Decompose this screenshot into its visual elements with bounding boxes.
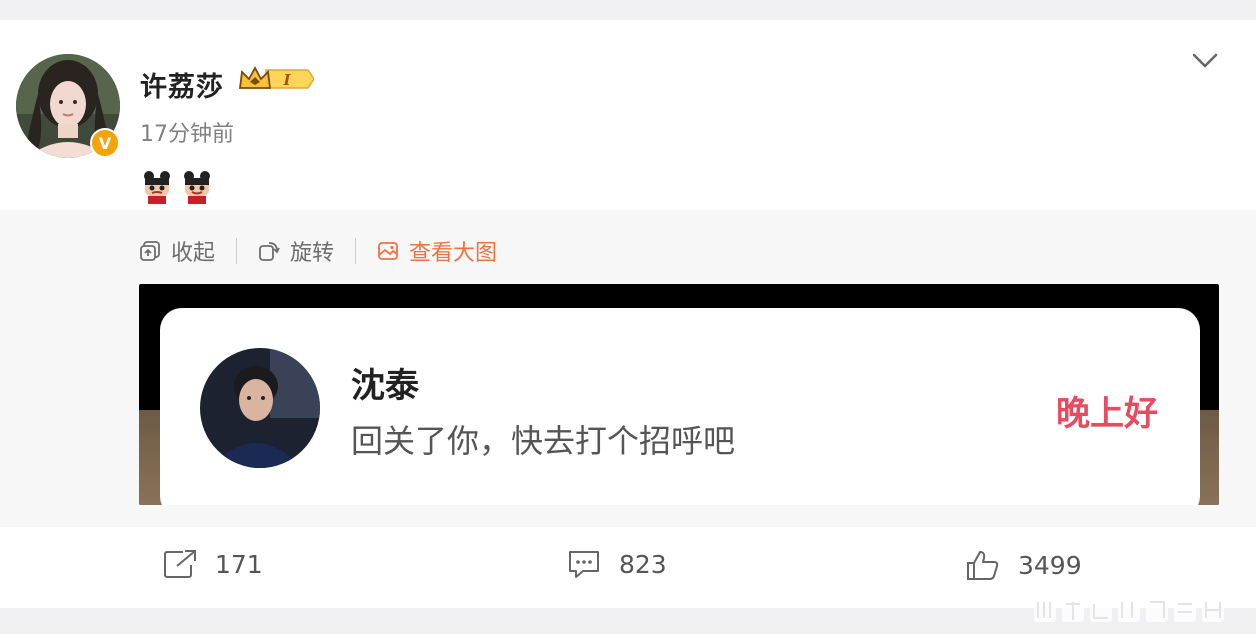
post-timestamp: 17分钟前: [140, 122, 234, 147]
rotate-button[interactable]: 旋转: [258, 235, 334, 267]
chevron-down-icon[interactable]: [1192, 51, 1218, 75]
repost-button[interactable]: 171: [163, 549, 263, 579]
level-text: I: [282, 71, 291, 89]
nezha-emoji-icon: [140, 170, 174, 204]
view-image-icon: [378, 242, 398, 260]
crown-level-icon[interactable]: I: [238, 66, 315, 96]
comment-button[interactable]: 823: [567, 549, 667, 579]
collapse-icon: [140, 241, 160, 261]
toolbar-divider: [355, 238, 357, 264]
greeting-button: 晚上好: [1056, 394, 1158, 434]
follower-name: 沈泰: [351, 366, 419, 406]
media-panel: 收起 旋转 查看大图 沈泰 回关了你，快去打个招呼吧 晚上好: [0, 210, 1256, 527]
collapse-button[interactable]: 收起: [139, 235, 215, 267]
nezha-emoji-icon: [180, 170, 214, 204]
view-large-button[interactable]: 查看大图: [377, 235, 497, 267]
verified-icon: V: [90, 128, 120, 158]
repost-count: 171: [215, 549, 263, 579]
like-button[interactable]: 3499: [966, 549, 1082, 581]
watermark: [1032, 590, 1244, 630]
collapse-label: 收起: [171, 241, 216, 266]
view-large-label: 查看大图: [409, 241, 498, 266]
post-card: V 许荔莎 I 17分钟前 收起 旋转 查看大图 沈泰 回关了你，快去打个招呼吧…: [0, 20, 1256, 622]
comment-icon: [569, 551, 599, 578]
share-icon: [164, 550, 196, 578]
rotate-icon: [259, 242, 280, 261]
rotate-label: 旋转: [290, 241, 335, 266]
follower-avatar: [200, 348, 320, 468]
thumbs-up-icon: [967, 551, 999, 580]
like-count: 3499: [1018, 550, 1082, 580]
comment-count: 823: [619, 549, 667, 579]
follow-notification-card: 沈泰 回关了你，快去打个招呼吧 晚上好: [160, 308, 1200, 505]
author-name[interactable]: 许荔莎: [140, 65, 224, 104]
post-image[interactable]: 沈泰 回关了你，快去打个招呼吧 晚上好: [139, 284, 1219, 505]
toolbar-divider: [236, 238, 238, 264]
follow-message: 回关了你，快去打个招呼吧: [351, 422, 736, 460]
media-toolbar: 收起 旋转 查看大图: [139, 234, 497, 268]
